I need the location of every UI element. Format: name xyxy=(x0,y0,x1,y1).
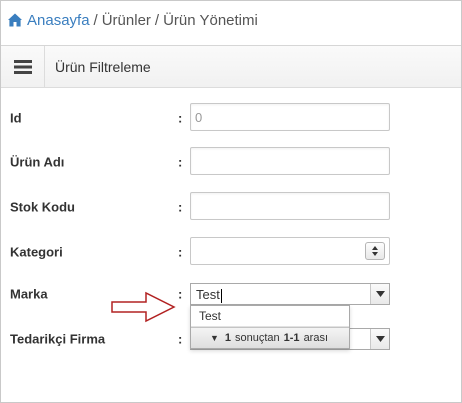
colon: : xyxy=(178,199,183,215)
home-icon[interactable] xyxy=(7,12,23,28)
colon: : xyxy=(178,286,183,302)
colon: : xyxy=(178,331,183,347)
form-row-kategori: Kategori : xyxy=(1,237,461,267)
urun-adi-input[interactable] xyxy=(190,147,390,175)
text-cursor xyxy=(220,288,222,303)
tedarikci-label: Tedarikçi Firma xyxy=(10,331,106,347)
breadcrumb: Anasayfa / Ürünler / Ürün Yönetimi xyxy=(1,1,461,39)
colon: : xyxy=(178,154,183,170)
id-input[interactable] xyxy=(190,103,390,131)
panel-title: Ürün Filtreleme xyxy=(55,58,151,75)
marka-dropdown-arrow-icon[interactable] xyxy=(370,284,389,304)
form-row-id: Id : xyxy=(1,103,461,133)
stok-kodu-input[interactable] xyxy=(190,192,390,220)
marka-dropdown-list: Test ▼ 1 sonuçtan 1-1 arası xyxy=(190,305,350,349)
urun-adi-label: Ürün Adı xyxy=(10,154,65,170)
id-label: Id xyxy=(10,110,22,126)
form-row-urun-adi: Ürün Adı : xyxy=(1,147,461,177)
panel-header: Ürün Filtreleme xyxy=(1,45,461,88)
pager-down-arrow-icon[interactable]: ▼ xyxy=(210,333,219,343)
app-frame: Anasayfa / Ürünler / Ürün Yönetimi Ürün … xyxy=(0,0,462,403)
colon: : xyxy=(178,244,183,260)
pager-text-1: sonuçtan xyxy=(235,332,280,344)
dropdown-option[interactable]: Test xyxy=(191,306,349,327)
annotation-arrow-icon xyxy=(111,291,176,323)
form-row-stok-kodu: Stok Kodu : xyxy=(1,192,461,222)
breadcrumb-separator: / xyxy=(154,11,160,29)
breadcrumb-item-urun-yonetimi: Ürün Yönetimi xyxy=(163,11,258,29)
breadcrumb-separator: / xyxy=(93,11,98,29)
breadcrumb-home-link[interactable]: Anasayfa xyxy=(27,12,90,29)
pager-from: 1 xyxy=(224,332,231,344)
kategori-label: Kategori xyxy=(10,244,63,260)
kategori-select-box[interactable] xyxy=(190,237,390,265)
menu-toggle-button[interactable] xyxy=(1,45,45,88)
hamburger-icon xyxy=(13,59,32,74)
select-spinner-icon[interactable] xyxy=(365,242,385,260)
breadcrumb-item-urunler: Ürünler xyxy=(101,11,151,29)
marka-combobox[interactable]: Test xyxy=(190,283,390,305)
marka-combobox-value: Test xyxy=(196,287,222,303)
kategori-select[interactable] xyxy=(190,237,390,265)
dropdown-pager[interactable]: ▼ 1 sonuçtan 1-1 arası xyxy=(191,327,349,348)
pager-text-2: arası xyxy=(303,332,329,344)
stok-kodu-label: Stok Kodu xyxy=(10,199,75,215)
form-row-marka: Marka : Test xyxy=(1,283,461,305)
tedarikci-dropdown-arrow-icon[interactable] xyxy=(370,329,389,349)
colon: : xyxy=(178,110,183,126)
marka-label: Marka xyxy=(10,286,48,302)
pager-range: 1-1 xyxy=(283,332,300,344)
